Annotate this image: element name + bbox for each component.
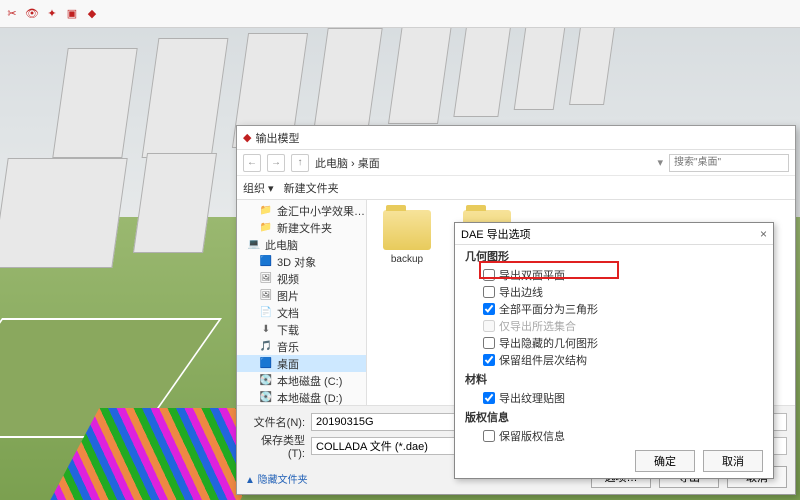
search-input[interactable] (669, 154, 789, 172)
tree-item-label: 图片 (277, 288, 299, 304)
tree-item-icon: 🖼 (259, 273, 273, 285)
dialog-title: 输出模型 (255, 130, 299, 146)
folder-tree[interactable]: 📁 金汇中小学效果… 📁 新建文件夹 💻 此电脑 🟦 3D 对象 🖼 视频 🖼 图片 📄 文档 ⬇ 下载 🎵 音乐… (237, 200, 367, 405)
option-label: 全部平面分为三角形 (499, 301, 598, 317)
option-label: 导出隐藏的几何图形 (499, 335, 598, 351)
dialog-toolbar: 组织 ▾ 新建文件夹 (237, 176, 795, 200)
dae-ok-button[interactable]: 确定 (635, 450, 695, 472)
dae-section-heading: 几何图形 (455, 245, 773, 266)
tree-item[interactable]: ⬇ 下载 (237, 321, 366, 338)
dae-option[interactable]: 保留组件层次结构 (455, 351, 773, 368)
option-label: 导出边线 (499, 284, 543, 300)
tree-item-icon: 🟦 (259, 358, 273, 370)
tree-item-label: 本地磁盘 (C:) (277, 373, 342, 389)
tree-item-icon: 💽 (259, 392, 273, 404)
tree-item-label: 金汇中小学效果… (277, 203, 365, 219)
tree-item[interactable]: 💽 本地磁盘 (D:) (237, 389, 366, 405)
tree-item-icon: 🎵 (259, 341, 273, 353)
tree-item[interactable]: 🟦 桌面 (237, 355, 366, 372)
toolbar-icon-scissors[interactable]: ✂ (4, 6, 20, 22)
tree-item-icon: 📁 (259, 222, 273, 234)
option-label: 导出双面平面 (499, 267, 565, 283)
dialog-titlebar: ◆ 输出模型 (237, 126, 795, 150)
option-checkbox[interactable] (483, 354, 495, 366)
option-label: 保留版权信息 (499, 428, 565, 444)
close-icon[interactable]: × (760, 227, 767, 241)
filename-label: 文件名(N): (245, 414, 305, 430)
tree-item-icon: 📁 (259, 205, 273, 217)
filetype-label: 保存类型(T): (245, 432, 305, 460)
tree-item-icon: 💽 (259, 375, 273, 387)
nav-back-icon[interactable]: ← (243, 154, 261, 172)
tree-item[interactable]: 💽 本地磁盘 (C:) (237, 372, 366, 389)
dae-option[interactable]: 导出纹理贴图 (455, 389, 773, 406)
option-checkbox (483, 320, 495, 332)
option-label: 保留组件层次结构 (499, 352, 587, 368)
tree-item[interactable]: 🎵 音乐 (237, 338, 366, 355)
option-checkbox[interactable] (483, 430, 495, 442)
dae-option[interactable]: 导出隐藏的几何图形 (455, 334, 773, 351)
folder-item[interactable]: backup (377, 210, 437, 265)
tree-item-label: 此电脑 (265, 237, 298, 253)
tree-item[interactable]: 📁 新建文件夹 (237, 219, 366, 236)
tree-item-icon: 🟦 (259, 256, 273, 268)
toolbar-icon-cube[interactable]: ▣ (64, 6, 80, 22)
tree-item-icon: 🖼 (259, 290, 273, 302)
dae-option[interactable]: 导出边线 (455, 283, 773, 300)
nav-fwd-icon[interactable]: → (267, 154, 285, 172)
dae-section-heading: 材料 (455, 368, 773, 389)
tree-item-label: 桌面 (277, 356, 299, 372)
nav-up-icon[interactable]: ↑ (291, 154, 309, 172)
app-icon: ◆ (243, 131, 251, 144)
tree-item-label: 文档 (277, 305, 299, 321)
option-checkbox[interactable] (483, 392, 495, 404)
option-checkbox[interactable] (483, 303, 495, 315)
toolbar-icon-plugin[interactable]: ✦ (44, 6, 60, 22)
path-dropdown-icon[interactable]: ▾ (657, 156, 663, 169)
dae-option: 仅导出所选集合 (455, 317, 773, 334)
dae-cancel-button[interactable]: 取消 (703, 450, 763, 472)
folder-label: backup (391, 254, 423, 265)
tree-item-icon: ⬇ (259, 324, 273, 336)
tree-item[interactable]: 🟦 3D 对象 (237, 253, 366, 270)
tree-item[interactable]: 🖼 视频 (237, 270, 366, 287)
tree-item-icon: 📄 (259, 307, 273, 319)
tree-item-icon: 💻 (247, 239, 261, 251)
toolbar-icon-gem[interactable]: ◆ (84, 6, 100, 22)
app-toolbar: ✂ 👁 ✦ ▣ ◆ (0, 0, 800, 28)
tree-item-label: 下载 (277, 322, 299, 338)
tree-item-label: 视频 (277, 271, 299, 287)
tree-item[interactable]: 💻 此电脑 (237, 236, 366, 253)
dae-section-heading: 版权信息 (455, 406, 773, 427)
option-checkbox[interactable] (483, 286, 495, 298)
tree-item[interactable]: 🖼 图片 (237, 287, 366, 304)
tree-item-label: 3D 对象 (277, 254, 316, 270)
option-checkbox[interactable] (483, 269, 495, 281)
dae-options-dialog: DAE 导出选项 × 几何图形 导出双面平面 导出边线 全部平面分为三角形 仅导… (454, 222, 774, 479)
tree-item-label: 本地磁盘 (D:) (277, 390, 342, 406)
tree-item-label: 新建文件夹 (277, 220, 332, 236)
newfolder-button[interactable]: 新建文件夹 (284, 180, 339, 196)
dae-option[interactable]: 导出双面平面 (455, 266, 773, 283)
hide-folders-link[interactable]: ▲ 隐藏文件夹 (237, 469, 316, 488)
organize-menu[interactable]: 组织 ▾ (243, 180, 274, 196)
option-checkbox[interactable] (483, 337, 495, 349)
breadcrumb[interactable]: 此电脑 › 桌面 (315, 155, 651, 171)
tree-item-label: 音乐 (277, 339, 299, 355)
option-label: 仅导出所选集合 (499, 318, 576, 334)
dae-dialog-title: DAE 导出选项 (461, 226, 531, 242)
dae-option[interactable]: 全部平面分为三角形 (455, 300, 773, 317)
tree-item[interactable]: 📁 金汇中小学效果… (237, 202, 366, 219)
address-bar: ← → ↑ 此电脑 › 桌面 ▾ (237, 150, 795, 176)
folder-icon (383, 210, 431, 250)
dae-option[interactable]: 保留版权信息 (455, 427, 773, 444)
tree-item[interactable]: 📄 文档 (237, 304, 366, 321)
toolbar-icon-eye[interactable]: 👁 (24, 6, 40, 22)
option-label: 导出纹理贴图 (499, 390, 565, 406)
